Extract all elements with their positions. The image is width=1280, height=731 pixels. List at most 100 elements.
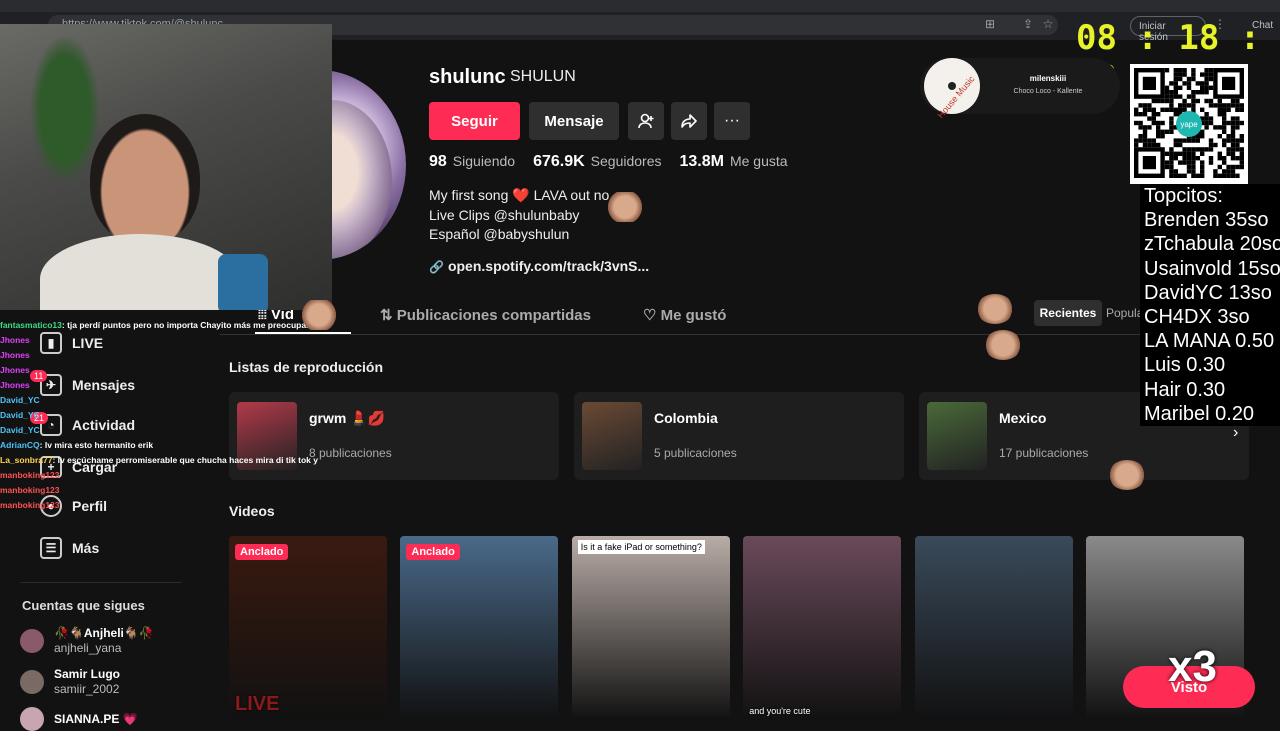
- chat-message: manboking123: [0, 498, 320, 513]
- donor-line: zTchabula 20so: [1144, 233, 1280, 256]
- add-friend-icon[interactable]: [628, 102, 664, 140]
- chat-username: Jhones: [0, 380, 30, 390]
- chat-message: Jhones: [0, 333, 320, 348]
- chat-text: : lv escúchame perromiserable que chucha…: [52, 455, 320, 465]
- chat-username: AdrianCQ: [0, 440, 40, 450]
- video-card[interactable]: Anclado: [400, 536, 559, 720]
- donor-line: Usainvold 15so: [1144, 257, 1280, 280]
- link-text: open.spotify.com/track/3vnS...: [447, 258, 650, 274]
- video-caption: and you're cute: [749, 706, 811, 716]
- share-icon[interactable]: ⇪: [1020, 17, 1036, 33]
- top-donors-panel: Topcitos: Brenden 35so zTchabula 20so Usain…: [1140, 184, 1280, 426]
- playlist-name: grwm 💄💋: [309, 410, 386, 426]
- chat-message: Jhones: [0, 363, 320, 378]
- stat-following[interactable]: 98 Siguiendo: [429, 153, 515, 171]
- more-options-icon[interactable]: ···: [714, 102, 750, 140]
- profile-stats: 98 Siguiendo 676.9K Seguidores 13.8M Me gus…: [429, 153, 788, 171]
- playlist-thumbnail: [927, 402, 987, 470]
- chat-message: David_YC: [0, 408, 320, 423]
- streamer-shirt: [40, 234, 240, 310]
- chat-message: La_sonbra77: lv escúchame perromiserable…: [0, 453, 320, 468]
- music-track: Choco Loco - Kallente: [1013, 88, 1083, 95]
- chat-text: : tja perdí puntos pero no importa Chayi…: [61, 320, 320, 330]
- pinned-badge: Anclado: [406, 544, 460, 560]
- profile-username: shulunc: [429, 66, 506, 88]
- bio-line: My first song ❤️ LAVA out no: [429, 187, 610, 203]
- share-profile-icon[interactable]: [671, 102, 707, 140]
- qr-code: yape: [1130, 64, 1248, 184]
- video-card[interactable]: [914, 536, 1073, 720]
- video-card[interactable]: Anclado LIVE: [229, 536, 387, 720]
- video-caption: LIVE: [235, 693, 280, 715]
- video-card[interactable]: and you're cute: [743, 536, 902, 720]
- browser-tab-strip[interactable]: [0, 0, 1280, 12]
- playlist-thumbnail: [582, 402, 642, 470]
- christmas-tree: [30, 34, 100, 184]
- chevron-right-icon[interactable]: ›: [1233, 424, 1238, 442]
- chat-username: Jhones: [0, 335, 30, 345]
- heart-outline-icon: ♡: [643, 307, 657, 324]
- tabs-divider: [220, 334, 1260, 335]
- chat-message: manboking123: [0, 483, 320, 498]
- translate-icon[interactable]: ⊞: [982, 17, 998, 33]
- chat-username: David_YC: [0, 395, 40, 405]
- qr-brand-label: yape: [1180, 120, 1198, 129]
- playlist-count: 8 publicaciones: [309, 446, 392, 460]
- sort-recent-button[interactable]: Recientes: [1034, 300, 1102, 326]
- tab-liked[interactable]: ♡ Me gustó: [643, 306, 726, 324]
- avatar: [20, 670, 44, 694]
- playlist-name: Mexico: [999, 410, 1047, 426]
- playlist-name: Colombia: [654, 410, 718, 426]
- donor-line: CH4DX 3so: [1144, 306, 1250, 329]
- following-account[interactable]: Samir Lugo samiir_2002: [20, 667, 120, 697]
- link-icon: 🔗: [429, 260, 444, 274]
- reaction-face: [300, 300, 338, 330]
- chat-message: David_YC: [0, 423, 320, 438]
- chat-username: manboking123: [0, 500, 60, 510]
- donor-line: DavidYC 13so: [1144, 281, 1272, 304]
- profile-link[interactable]: 🔗 open.spotify.com/track/3vnS...: [429, 258, 649, 274]
- profile-nickname: SHULUN: [510, 68, 576, 85]
- reaction-face: [1108, 460, 1146, 490]
- chat-username: manboking123: [0, 485, 60, 495]
- chat-message: fantasmatico13: tja perdí puntos pero no…: [0, 318, 320, 333]
- repost-icon: ⇅: [380, 307, 393, 324]
- donor-line: Brenden 35so: [1144, 209, 1269, 232]
- chat-username: manboking123: [0, 470, 60, 480]
- chat-username: La_sonbra77: [0, 455, 53, 465]
- nav-divider: [20, 582, 182, 583]
- donor-line: Maribel 0.20: [1144, 402, 1255, 425]
- video-card[interactable]: Is it a fake iPad or something?: [571, 536, 730, 720]
- donor-line: LA MANA 0.50: [1144, 330, 1275, 353]
- chat-message: manboking123: [0, 468, 320, 483]
- reaction-face: [976, 294, 1014, 324]
- message-button[interactable]: Mensaje: [529, 102, 619, 140]
- stat-followers[interactable]: 676.9K Seguidores: [533, 153, 661, 171]
- reaction-face: [606, 192, 644, 222]
- sort-popular-button[interactable]: Popula: [1106, 306, 1143, 320]
- reaction-face: [984, 330, 1022, 360]
- chat-message: David_YC: [0, 393, 320, 408]
- chat-username: David_YC: [0, 410, 40, 420]
- chat-message: AdrianCQ: lv mira esto hermanito erik: [0, 438, 320, 453]
- playlist-card[interactable]: Colombia 5 publicaciones: [574, 392, 904, 480]
- avatar: [20, 707, 44, 731]
- donor-line: Hair 0.30: [1144, 378, 1226, 401]
- playlist-count: 17 publicaciones: [999, 446, 1089, 460]
- stat-likes: 13.8M Me gusta: [679, 153, 788, 170]
- music-artist: milenskiii: [1029, 74, 1067, 83]
- microphone: [218, 254, 268, 310]
- following-account[interactable]: 🥀🐐Anjheli🐐🥀 anjheli_yana: [20, 626, 154, 656]
- multiplier-badge: x3: [1168, 642, 1217, 691]
- chat-username: fantasmatico13: [0, 320, 62, 330]
- following-account[interactable]: SIANNA.PE 💗: [20, 707, 138, 731]
- tab-shared[interactable]: ⇅ Publicaciones compartidas: [380, 306, 591, 324]
- avatar: [20, 629, 44, 653]
- bookmark-star-icon[interactable]: ☆: [1040, 17, 1056, 33]
- chat-username: Jhones: [0, 365, 30, 375]
- music-widget: House Music milenskiii Choco Loco - Kall…: [920, 58, 1120, 120]
- chat-text: : lv mira esto hermanito erik: [39, 440, 154, 450]
- chat-message: Jhones: [0, 348, 320, 363]
- follow-button[interactable]: Seguir: [429, 102, 520, 140]
- profile-bio: My first song ❤️ LAVA out no Live Clips …: [429, 186, 609, 245]
